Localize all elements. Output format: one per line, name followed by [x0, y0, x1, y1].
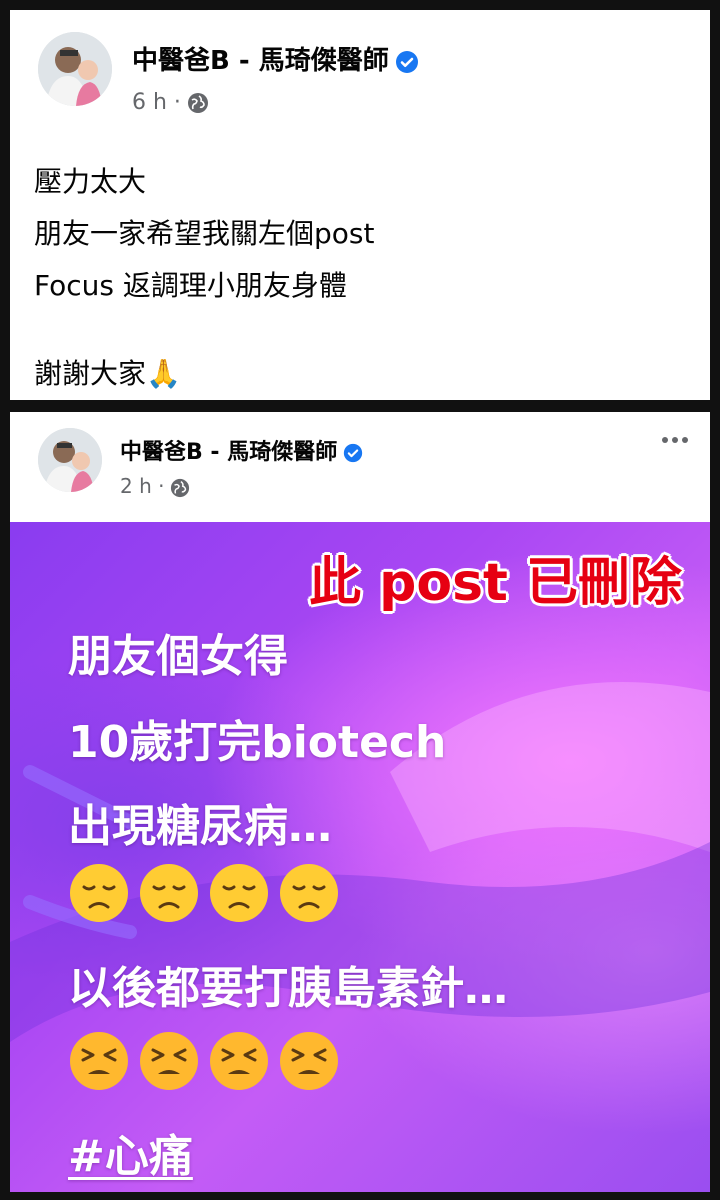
sad-face-icon [70, 864, 128, 922]
tired-face-icon [210, 1032, 268, 1090]
tired-emoji-row [68, 1030, 340, 1092]
tired-face-icon [140, 1032, 198, 1090]
image-text-line-4: 以後都要打胰島素針… [68, 963, 508, 1014]
globe-icon [187, 93, 208, 113]
tired-face-icon [70, 1032, 128, 1090]
timestamp-text[interactable]: 6 h · [132, 90, 181, 115]
hashtag-line[interactable]: #心痛 [68, 1120, 193, 1184]
post-card-2: 中醫爸B - 馬琦傑醫師 2 h · 此 post 已刪除 朋友個女得 10歲打… [10, 412, 710, 1192]
author-name[interactable]: 中醫爸B - 馬琦傑醫師 [132, 40, 419, 77]
post-text-line-2: 朋友一家希望我關左個post [34, 217, 375, 250]
post-image[interactable]: 此 post 已刪除 朋友個女得 10歲打完biotech 出現糖尿病… 以後都… [10, 522, 710, 1192]
hashtag-link[interactable]: #心痛 [68, 1131, 193, 1182]
post-text-line-4: 謝謝大家🙏 [34, 357, 181, 390]
sad-face-icon [280, 864, 338, 922]
post-text-line-1: 壓力太大 [34, 165, 147, 198]
verified-badge-icon [344, 443, 363, 463]
sad-face-icon [210, 864, 268, 922]
author-avatar[interactable] [38, 428, 102, 492]
author-avatar[interactable] [38, 32, 112, 106]
post-timestamp[interactable]: 2 h · [120, 474, 190, 498]
sad-face-icon [140, 864, 198, 922]
verified-badge-icon [395, 50, 418, 73]
post-text-line-3: Focus 返調理小朋友身體 [34, 269, 347, 302]
author-name-text[interactable]: 中醫爸B - 馬琦傑醫師 [120, 440, 337, 465]
post-timestamp[interactable]: 6 h · [132, 90, 209, 115]
globe-icon [171, 478, 190, 497]
deleted-notice: 此 post 已刪除 [309, 553, 682, 613]
image-text-line-2: 10歲打完biotech [68, 717, 447, 768]
sad-emoji-row [68, 862, 340, 924]
tired-face-icon [280, 1032, 338, 1090]
more-options-icon[interactable] [660, 430, 690, 449]
timestamp-text[interactable]: 2 h · [120, 474, 164, 498]
image-text-line-3: 出現糖尿病… [68, 801, 332, 852]
post-card-1: 中醫爸B - 馬琦傑醫師 6 h · 壓力太大 朋友一家希望我關左個post F… [10, 10, 710, 400]
author-name[interactable]: 中醫爸B - 馬琦傑醫師 [120, 434, 363, 466]
image-text-line-1: 朋友個女得 [68, 631, 288, 682]
author-name-text[interactable]: 中醫爸B - 馬琦傑醫師 [132, 46, 389, 76]
